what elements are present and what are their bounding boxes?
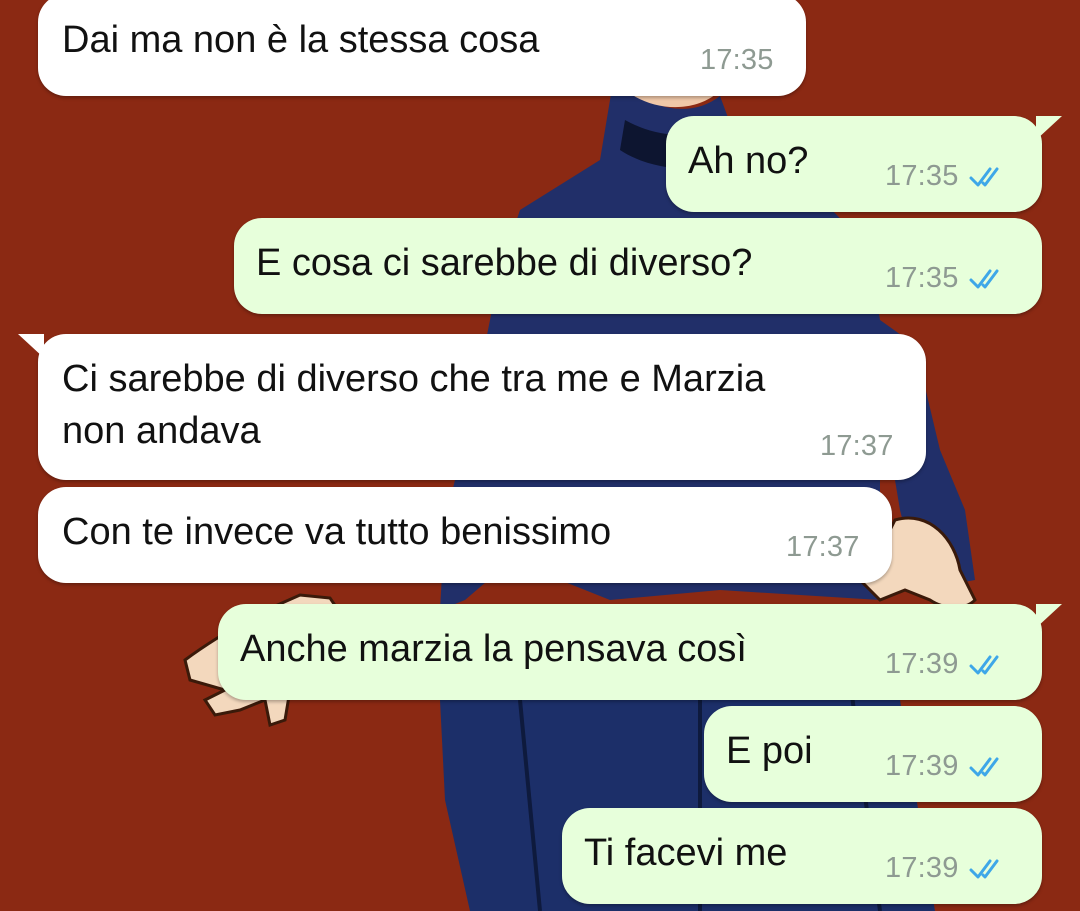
chat-conversation: Dai ma non è la stessa cosa 17:35 Ah no?…	[0, 0, 1080, 911]
message-time: 17:39	[885, 750, 959, 782]
message-time: 17:35	[700, 44, 774, 76]
double-check-icon	[969, 167, 999, 186]
message-bubble-outgoing[interactable]: E poi 17:39	[704, 706, 1042, 802]
message-meta: 17:39	[885, 648, 1013, 681]
message-bubble-outgoing[interactable]: Ah no? 17:35	[666, 116, 1062, 212]
message-meta: 17:39	[885, 852, 1013, 885]
message-time: 17:39	[885, 648, 959, 680]
bubble-tail	[1036, 604, 1062, 628]
message-time: 17:37	[820, 430, 894, 462]
message-time: 17:35	[885, 160, 959, 192]
double-check-icon	[969, 859, 999, 878]
message-text: E poi	[726, 730, 813, 772]
message-text: Ah no?	[688, 140, 809, 182]
message-text: Ti facevi me	[584, 832, 788, 874]
message-bubble-outgoing[interactable]: Anche marzia la pensava così 17:39	[218, 604, 1062, 700]
message-text: Con te invece va tutto benissimo	[62, 511, 612, 553]
message-meta: 17:35	[885, 160, 1013, 193]
message-bubble-incoming[interactable]: Ci sarebbe di diverso che tra me e Marzi…	[18, 334, 926, 480]
double-check-icon	[969, 757, 999, 776]
message-bubble-outgoing[interactable]: E cosa ci sarebbe di diverso? 17:35	[234, 218, 1042, 314]
message-text: Ci sarebbe di diverso che tra me e Marzi…	[62, 358, 766, 400]
message-meta: 17:37	[820, 430, 894, 463]
bubble-tail	[1036, 116, 1062, 140]
message-text: Anche marzia la pensava così	[240, 628, 747, 670]
bubble-tail	[18, 334, 44, 358]
message-time: 17:37	[786, 531, 860, 563]
message-time: 17:35	[885, 262, 959, 294]
message-bubble-incoming[interactable]: Con te invece va tutto benissimo 17:37	[38, 487, 892, 583]
message-meta: 17:35	[700, 44, 774, 77]
message-bubble-incoming[interactable]: Dai ma non è la stessa cosa 17:35	[38, 0, 806, 96]
double-check-icon	[969, 269, 999, 288]
message-meta: 17:37	[786, 531, 860, 564]
message-bubble-outgoing[interactable]: Ti facevi me 17:39	[562, 808, 1042, 904]
message-time: 17:39	[885, 852, 959, 884]
message-text: non andava	[62, 410, 261, 452]
message-text: Dai ma non è la stessa cosa	[62, 19, 540, 61]
message-meta: 17:35	[885, 262, 1013, 295]
message-text: E cosa ci sarebbe di diverso?	[256, 242, 753, 284]
message-meta: 17:39	[885, 750, 1013, 783]
double-check-icon	[969, 655, 999, 674]
